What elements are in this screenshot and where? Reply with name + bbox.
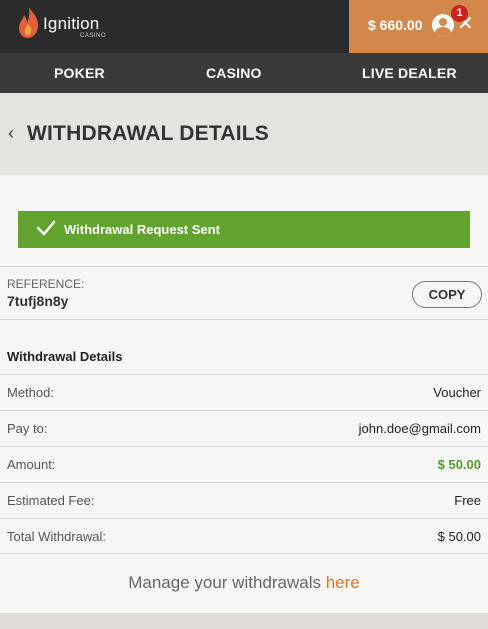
reference-row: REFERENCE: 7tufj8n8y COPY xyxy=(0,266,488,320)
detail-row-total: Total Withdrawal: $ 50.00 xyxy=(0,518,488,554)
detail-row-fee: Estimated Fee: Free xyxy=(0,482,488,518)
detail-label: Total Withdrawal: xyxy=(7,529,106,544)
details-table: Method: Voucher Pay to: john.doe@gmail.c… xyxy=(0,374,488,554)
manage-here-link[interactable]: here xyxy=(326,573,360,592)
brand-logo[interactable]: Ignition CASINO xyxy=(16,6,136,42)
footer-band xyxy=(0,613,488,629)
account-panel[interactable]: $ 660.00 ✕ 1 xyxy=(349,0,488,53)
user-icon[interactable] xyxy=(432,14,454,36)
detail-row-pay-to: Pay to: john.doe@gmail.com xyxy=(0,410,488,446)
copy-button[interactable]: COPY xyxy=(412,281,482,308)
detail-label: Method: xyxy=(7,385,54,400)
back-chevron-icon[interactable]: ‹ xyxy=(8,123,14,144)
notification-badge[interactable]: 1 xyxy=(451,5,468,22)
withdrawal-content: Withdrawal Request Sent REFERENCE: 7tufj… xyxy=(0,175,488,613)
detail-value: Free xyxy=(454,493,481,508)
reference-value: 7tufj8n8y xyxy=(7,293,69,309)
reference-label: REFERENCE: xyxy=(7,277,85,291)
nav-item-live-dealer[interactable]: LIVE DEALER xyxy=(362,65,457,81)
brand-name: Ignition xyxy=(43,14,100,33)
detail-value: $ 50.00 xyxy=(437,457,481,472)
nav-item-poker[interactable]: POKER xyxy=(54,65,105,81)
details-title: Withdrawal Details xyxy=(7,349,123,364)
brand-subtitle: CASINO xyxy=(80,33,107,39)
balance-amount[interactable]: $ 660.00 xyxy=(368,17,423,33)
top-bar: Ignition CASINO $ 660.00 ✕ 1 xyxy=(0,0,488,53)
main-nav: POKER CASINO LIVE DEALER xyxy=(0,53,488,93)
nav-item-casino[interactable]: CASINO xyxy=(206,65,262,81)
detail-row-method: Method: Voucher xyxy=(0,374,488,410)
success-message: Withdrawal Request Sent xyxy=(64,222,220,237)
manage-text: Manage your withdrawals xyxy=(128,573,326,592)
detail-value: $ 50.00 xyxy=(437,529,481,544)
success-banner: Withdrawal Request Sent xyxy=(18,211,470,248)
detail-label: Amount: xyxy=(7,457,56,472)
page-header: ‹ WITHDRAWAL DETAILS xyxy=(0,93,488,175)
detail-row-amount: Amount: $ 50.00 xyxy=(0,446,488,482)
page-title: WITHDRAWAL DETAILS xyxy=(27,122,269,145)
flame-icon xyxy=(19,7,38,38)
detail-label: Pay to: xyxy=(7,421,48,436)
manage-withdrawals: Manage your withdrawals here xyxy=(0,573,488,593)
detail-value: Voucher xyxy=(433,385,481,400)
detail-value: john.doe@gmail.com xyxy=(358,421,481,436)
checkmark-icon xyxy=(36,220,56,236)
detail-label: Estimated Fee: xyxy=(7,493,95,508)
